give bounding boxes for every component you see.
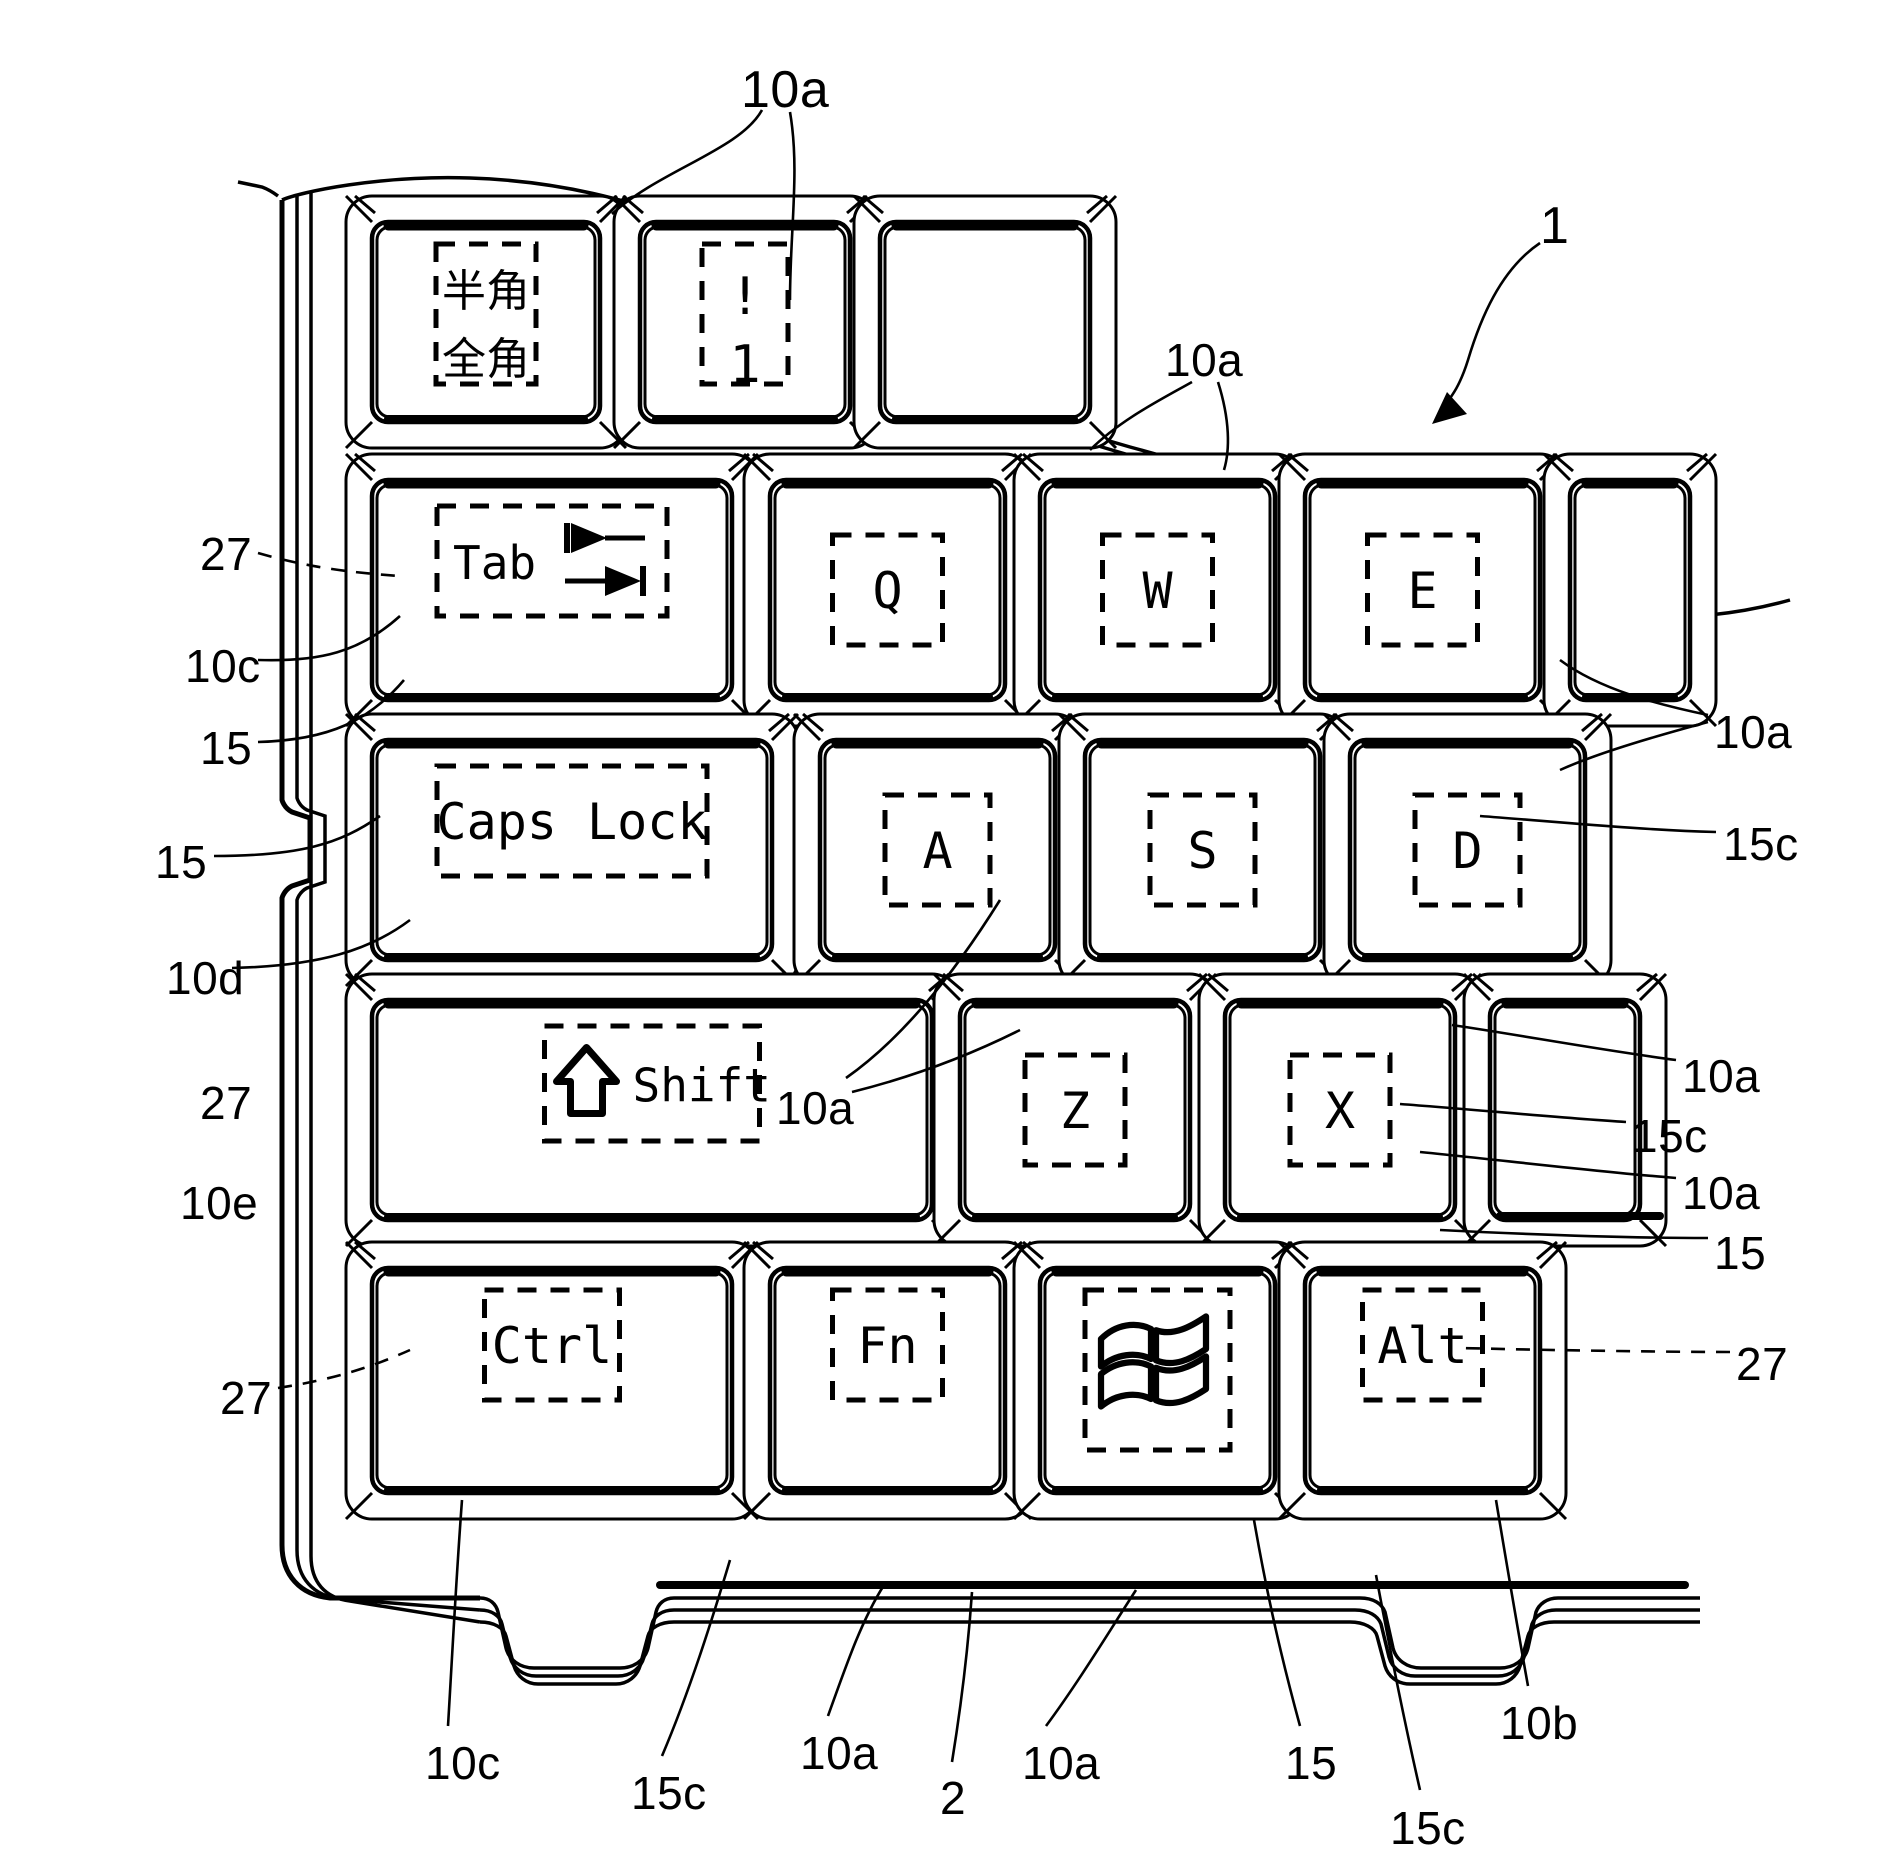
key-legend-text: Tab xyxy=(453,536,536,590)
key-legend-text: Shift xyxy=(633,1059,771,1113)
ref-15-left-2: 15 xyxy=(155,836,208,888)
ref-10a-right-3: 10a xyxy=(1682,1167,1761,1219)
key-e[interactable]: E xyxy=(1277,452,1568,728)
key-legend-text: X xyxy=(1325,1082,1355,1140)
key-legend-text: D xyxy=(1452,822,1482,880)
key-alt[interactable]: Alt xyxy=(1277,1240,1568,1521)
ref-2-bottom: 2 xyxy=(940,1772,967,1824)
ref-10a-bottom-2: 10a xyxy=(1022,1737,1101,1789)
key-s[interactable]: S xyxy=(1057,712,1348,988)
ref-15c-right-1: 15c xyxy=(1723,818,1799,870)
ref-10a-mid: 10a xyxy=(776,1082,855,1134)
key-a[interactable]: A xyxy=(792,712,1083,988)
key-x[interactable]: X xyxy=(1197,972,1483,1248)
ref-10a-right-1: 10a xyxy=(1714,706,1793,758)
ref-1: 1 xyxy=(1540,197,1570,255)
key-row1-blank[interactable] xyxy=(852,194,1118,450)
ref-15-bottom: 15 xyxy=(1285,1737,1338,1789)
patent-figure-canvas: .hk { fill:#fff; stroke:#000; stroke-wid… xyxy=(0,0,1891,1868)
ref-10c-bottom: 10c xyxy=(425,1737,501,1789)
key-legend-text: 全角 xyxy=(442,334,530,385)
key-windows[interactable] xyxy=(1012,1240,1303,1521)
key-d[interactable]: D xyxy=(1322,712,1613,988)
key-fn[interactable]: Fn xyxy=(742,1240,1033,1521)
ref-15c-bottom-2: 15c xyxy=(1390,1802,1466,1854)
key-legend-text: Ctrl xyxy=(492,1317,612,1375)
key-legend-text: 1 xyxy=(729,335,760,395)
key-ctrl[interactable]: Ctrl xyxy=(344,1240,760,1521)
key-legend-text: Z xyxy=(1060,1082,1090,1140)
ref-10e-left: 10e xyxy=(180,1177,259,1229)
key-legend-text: W xyxy=(1142,562,1173,620)
key-legend-text: Alt xyxy=(1377,1317,1467,1375)
key-shift-left[interactable]: Shift xyxy=(344,972,960,1248)
key-legend-text: Q xyxy=(872,562,902,620)
ref-10a-bottom-1: 10a xyxy=(800,1727,879,1779)
key-legend-text: Fn xyxy=(857,1317,917,1375)
ref-10c-left-1: 10c xyxy=(185,640,261,692)
key-tab[interactable]: Tab xyxy=(344,452,760,728)
key-hankaku-zenkaku[interactable]: 半角全角 xyxy=(344,194,628,450)
key-caps-lock[interactable]: Caps Lock xyxy=(344,712,800,988)
key-legend-text: ! xyxy=(729,267,760,327)
ref-10a-right-2: 10a xyxy=(1682,1050,1761,1102)
ref-27-left-2: 27 xyxy=(200,1077,253,1129)
ref-15-right-1: 15 xyxy=(1714,1227,1767,1279)
ref-15c-right-2: 15c xyxy=(1632,1110,1708,1162)
ref-10a-top: 10a xyxy=(741,61,830,119)
ref-10a-top2: 10a xyxy=(1165,334,1244,386)
ref-10d-left: 10d xyxy=(166,952,245,1004)
key-row2-partial[interactable] xyxy=(1542,452,1718,728)
ref-27-right: 27 xyxy=(1736,1338,1789,1390)
key-exclaim-1[interactable]: !1 xyxy=(612,194,878,450)
keyboard-line-art: .hk { fill:#fff; stroke:#000; stroke-wid… xyxy=(213,109,1791,1791)
key-q[interactable]: Q xyxy=(742,452,1033,728)
ref-15c-bottom-1: 15c xyxy=(631,1767,707,1819)
key-legend-text: 半角 xyxy=(442,266,530,317)
ref-27-left-1: 27 xyxy=(200,528,253,580)
ref-10b-bottom: 10b xyxy=(1500,1697,1579,1749)
ref-27-left-3: 27 xyxy=(220,1372,273,1424)
key-legend-text: S xyxy=(1187,822,1217,880)
key-legend-text: A xyxy=(922,822,952,880)
key-w[interactable]: W xyxy=(1012,452,1303,728)
key-legend-text: E xyxy=(1407,562,1437,620)
ref-15-left-1: 15 xyxy=(200,722,253,774)
key-z[interactable]: Z xyxy=(932,972,1218,1248)
key-legend-text: Caps Lock xyxy=(437,793,708,851)
